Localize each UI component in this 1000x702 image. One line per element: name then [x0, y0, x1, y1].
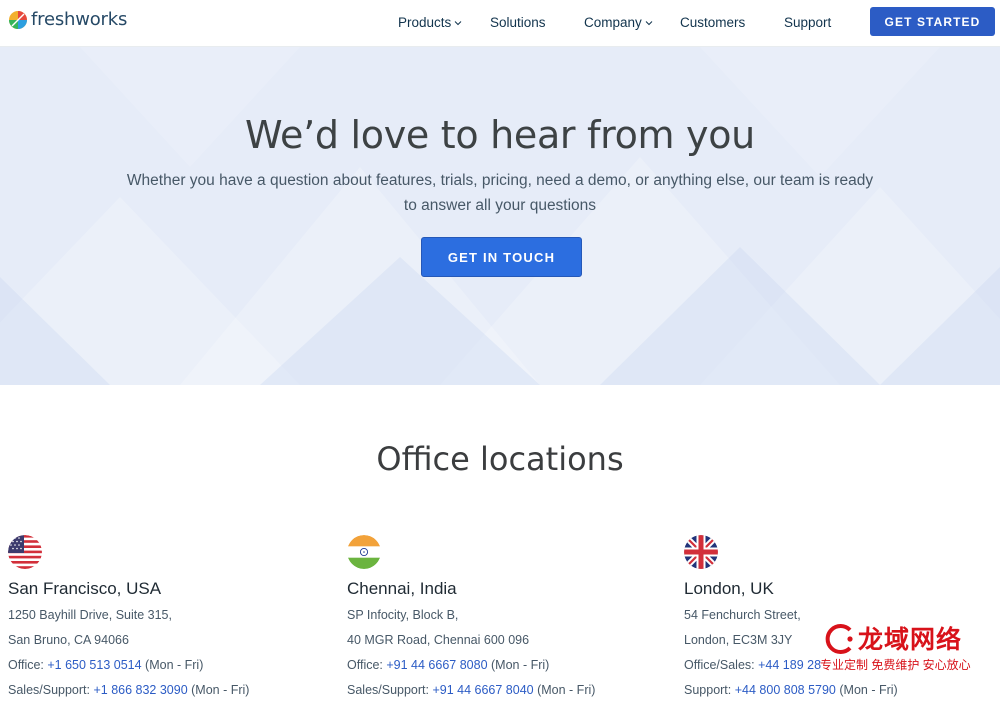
watermark-logo-icon: [825, 624, 853, 654]
office-city: London, UK: [684, 579, 774, 598]
office-address-line1: SP Infocity, Block B,: [347, 608, 459, 622]
office-phone-row: Office: +1 650 513 0514 (Mon - Fri): [8, 657, 328, 674]
office-city: San Francisco, USA: [8, 579, 162, 598]
office-card-san-francisco: San Francisco, USA 1250 Bayhill Drive, S…: [8, 535, 328, 699]
office-locations-title: Office locations: [376, 440, 624, 478]
india-flag-icon: [347, 535, 381, 569]
office-phone-label: Office:: [8, 658, 48, 672]
office-phone-link[interactable]: +1 650 513 0514: [47, 658, 141, 672]
nav-company[interactable]: Company: [584, 15, 653, 30]
office-city: Chennai, India: [347, 579, 457, 598]
sales-phone-label: Sales/Support:: [8, 683, 94, 697]
watermark-brand: 龙域网络: [858, 625, 963, 654]
watermark: 龙域网络 专业定制 免费维护 安心放心: [818, 620, 998, 676]
support-phone-link[interactable]: +44 800 808 5790: [735, 683, 836, 697]
nav-customers-label: Customers: [680, 15, 746, 30]
sales-phone-hours: (Mon - Fri): [187, 683, 250, 697]
uk-flag-icon: [684, 535, 718, 569]
sales-phone-row: Sales/Support: +1 866 832 3090 (Mon - Fr…: [8, 682, 328, 699]
office-address-line2: 40 MGR Road, Chennai 600 096: [347, 633, 530, 647]
office-phone-hours: (Mon - Fri): [141, 658, 204, 672]
office-phone-row: Office: +91 44 6667 8080 (Mon - Fri): [347, 657, 667, 674]
office-address-line1: 1250 Bayhill Drive, Suite 315,: [8, 608, 172, 622]
usa-flag-icon: [8, 535, 42, 569]
nav-products-label: Products: [398, 15, 452, 30]
office-phone-label: Office:: [347, 658, 387, 672]
sales-phone-hours: (Mon - Fri): [533, 683, 596, 697]
get-started-button[interactable]: GET STARTED: [870, 7, 995, 36]
nav-solutions[interactable]: Solutions: [490, 15, 546, 30]
get-in-touch-button[interactable]: GET IN TOUCH: [421, 237, 582, 277]
freshworks-logo[interactable]: freshworks: [8, 9, 127, 30]
nav-products[interactable]: Products: [398, 15, 462, 30]
watermark-tagline: 专业定制 免费维护 安心放心: [820, 658, 971, 672]
chevron-down-icon: [454, 20, 462, 25]
office-card-chennai: Chennai, India SP Infocity, Block B, 40 …: [347, 535, 667, 699]
office-phone-link[interactable]: +44 189 28: [758, 658, 821, 672]
freshworks-logo-icon: [9, 10, 27, 29]
nav-solutions-label: Solutions: [490, 15, 546, 30]
office-phone-label: Office/Sales:: [684, 658, 759, 672]
support-phone-row: Support: +44 800 808 5790 (Mon - Fri): [684, 682, 1000, 699]
sales-phone-row: Sales/Support: +91 44 6667 8040 (Mon - F…: [347, 682, 667, 699]
nav-customers[interactable]: Customers: [680, 15, 745, 30]
support-phone-hours: (Mon - Fri): [835, 683, 898, 697]
hero-banner: We’d love to hear from you Whether you h…: [0, 47, 1000, 385]
sales-phone-link[interactable]: +1 866 832 3090: [93, 683, 187, 697]
nav-company-label: Company: [584, 15, 642, 30]
sales-phone-label: Sales/Support:: [347, 683, 433, 697]
hero-title: We’d love to hear from you: [245, 113, 755, 157]
chevron-down-icon: [645, 20, 653, 25]
office-phone-link[interactable]: +91 44 6667 8080: [386, 658, 487, 672]
nav-support-label: Support: [784, 15, 832, 30]
office-phone-hours: (Mon - Fri): [487, 658, 550, 672]
hero-subtitle: Whether you have a question about featur…: [126, 172, 874, 214]
office-address-line2: San Bruno, CA 94066: [8, 633, 129, 647]
sales-phone-link[interactable]: +91 44 6667 8040: [432, 683, 533, 697]
support-phone-label: Support:: [684, 683, 735, 697]
logo-text: freshworks: [31, 9, 128, 30]
nav-support[interactable]: Support: [784, 15, 831, 30]
top-nav: freshworks Products Solutions Company Cu…: [0, 0, 1000, 47]
